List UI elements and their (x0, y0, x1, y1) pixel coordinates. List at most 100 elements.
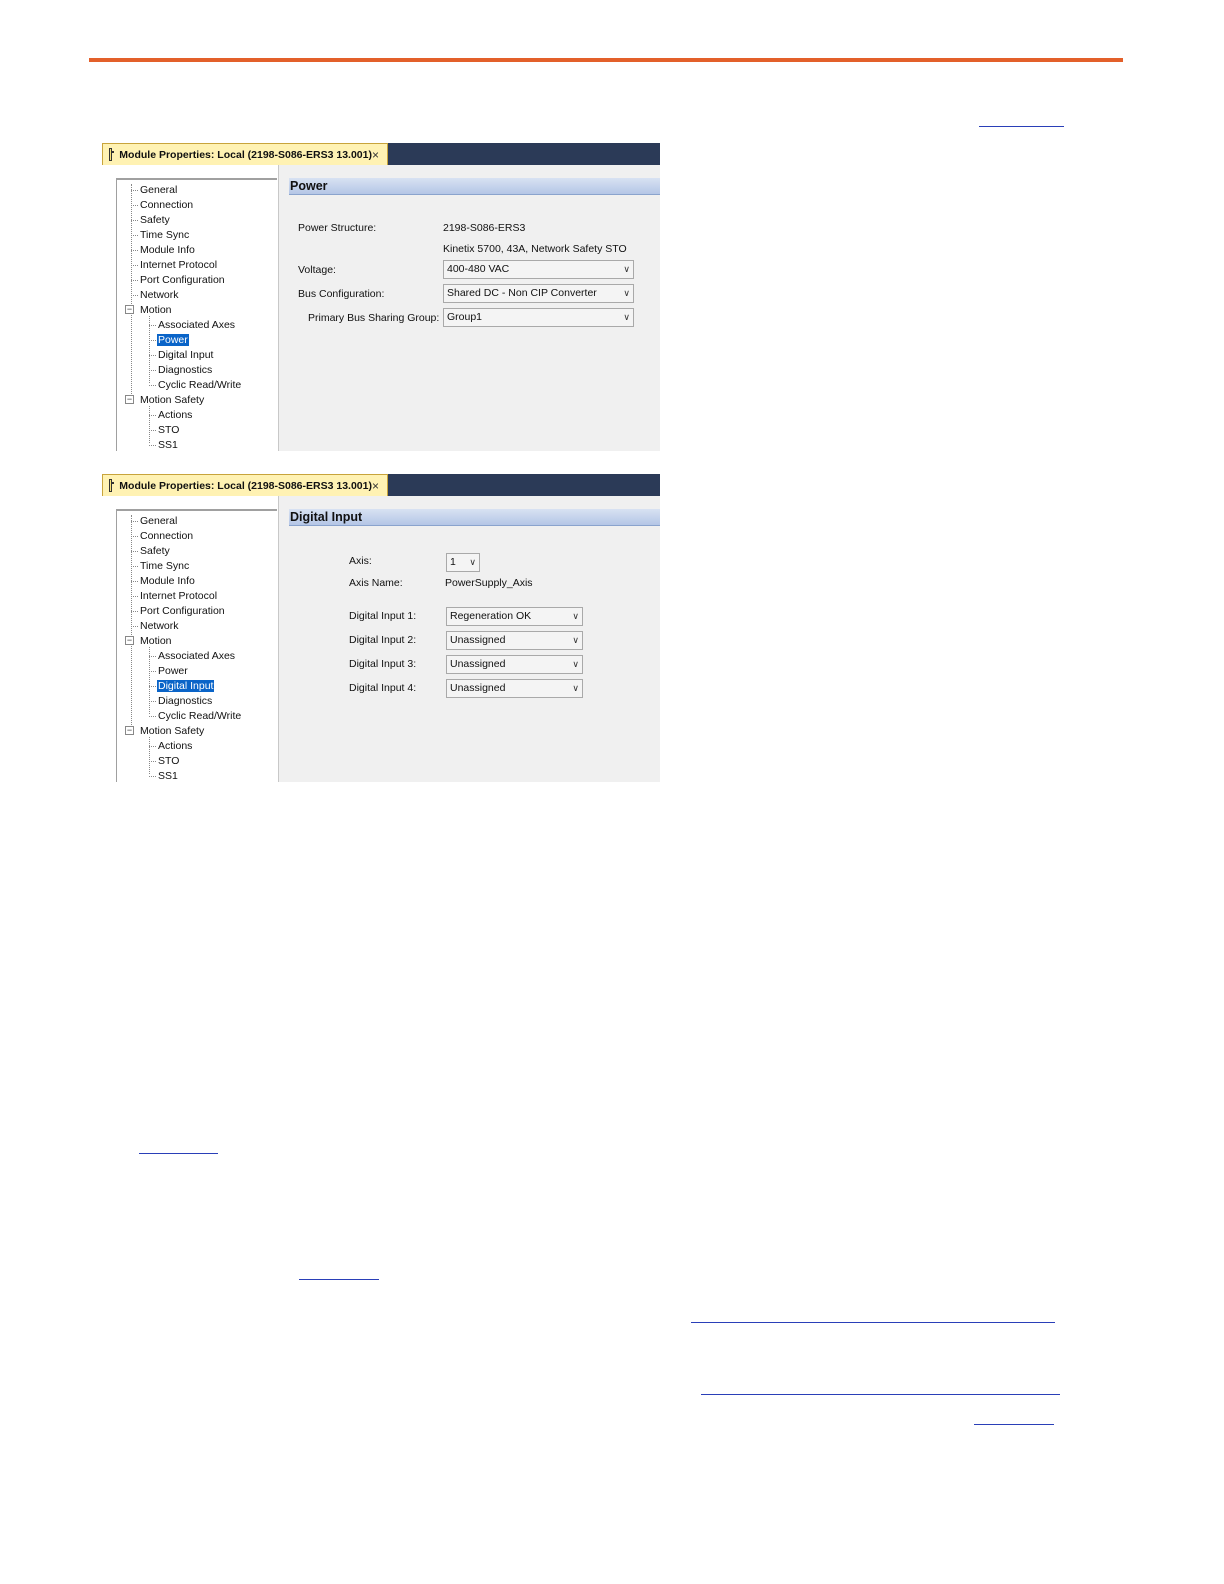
tree-item-motion-safety[interactable]: Motion Safety (139, 724, 205, 738)
chevron-down-icon[interactable]: ∨ (623, 309, 630, 326)
cross-reference-link[interactable] (701, 1394, 1060, 1395)
tree-connector (131, 190, 138, 191)
collapse-minus-icon[interactable]: − (125, 395, 134, 404)
collapse-minus-icon[interactable]: − (125, 305, 134, 314)
tree-item-diagnostics[interactable]: Diagnostics (157, 694, 213, 708)
bus-configuration-label: Bus Configuration: (298, 288, 385, 300)
cross-reference-link[interactable] (299, 1279, 379, 1280)
cross-reference-link[interactable] (974, 1424, 1054, 1425)
axis-dropdown[interactable]: 1 ∨ (446, 553, 480, 572)
chevron-down-icon[interactable]: ∨ (572, 680, 579, 697)
properties-panel: Digital Input Axis: 1 ∨ Axis Name: Power… (278, 496, 660, 782)
tree-item-general[interactable]: General (139, 514, 178, 528)
tree-connector (131, 250, 138, 251)
tree-item-connection[interactable]: Connection (139, 529, 194, 543)
module-icon (109, 148, 115, 161)
tree-item-time-sync[interactable]: Time Sync (139, 228, 190, 242)
tree-item-internet-protocol[interactable]: Internet Protocol (139, 258, 218, 272)
tree-item-digital-input[interactable]: Digital Input (157, 348, 214, 362)
selected-tree-label: Digital Input (157, 680, 215, 692)
tree-connector (131, 551, 138, 552)
collapse-minus-icon[interactable]: − (125, 726, 134, 735)
tree-item-port-configuration[interactable]: Port Configuration (139, 273, 226, 287)
digital-input-4-value: Unassigned (450, 682, 506, 694)
module-icon (109, 479, 115, 492)
digital-input-3-dropdown[interactable]: Unassigned ∨ (446, 655, 583, 674)
voltage-dropdown-value: 400-480 VAC (447, 263, 510, 275)
cross-reference-link[interactable] (979, 126, 1064, 127)
tree-item-actions[interactable]: Actions (157, 408, 193, 422)
tree-item-module-info[interactable]: Module Info (139, 574, 196, 588)
module-properties-tab[interactable]: Module Properties: Local (2198-S086-ERS3… (102, 474, 388, 496)
tree-item-safety[interactable]: Safety (139, 213, 171, 227)
module-properties-tab[interactable]: Module Properties: Local (2198-S086-ERS3… (102, 143, 388, 165)
tree-item-motion-safety[interactable]: Motion Safety (139, 393, 205, 407)
chevron-down-icon[interactable]: ∨ (623, 285, 630, 302)
tree-connector (131, 611, 138, 612)
collapse-minus-icon[interactable]: − (125, 636, 134, 645)
tree-item-digital-input[interactable]: Digital Input (157, 679, 215, 693)
tree-item-ss1[interactable]: SS1 (157, 769, 179, 782)
tree-item-cyclic-read-write[interactable]: Cyclic Read/Write (157, 378, 242, 392)
tree-item-actions[interactable]: Actions (157, 739, 193, 753)
tree-item-safety[interactable]: Safety (139, 544, 171, 558)
tree-item-diagnostics[interactable]: Diagnostics (157, 363, 213, 377)
chevron-down-icon[interactable]: ∨ (623, 261, 630, 278)
chevron-down-icon[interactable]: ∨ (572, 608, 579, 625)
digital-input-4-label: Digital Input 4: (349, 682, 417, 694)
tree-connector (131, 184, 132, 400)
tree-connector (131, 280, 138, 281)
bus-configuration-dropdown-value: Shared DC - Non CIP Converter (447, 287, 597, 299)
digital-input-4-dropdown[interactable]: Unassigned ∨ (446, 679, 583, 698)
tree-item-motion[interactable]: Motion (139, 303, 173, 317)
digital-input-3-value: Unassigned (450, 658, 506, 670)
tree-item-connection[interactable]: Connection (139, 198, 194, 212)
tree-connector (131, 205, 138, 206)
chevron-down-icon[interactable]: ∨ (572, 632, 579, 649)
power-structure-label: Power Structure: (298, 222, 377, 234)
digital-input-1-dropdown[interactable]: Regeneration OK ∨ (446, 607, 583, 626)
tree-item-associated-axes[interactable]: Associated Axes (157, 649, 236, 663)
tree-connector (149, 445, 156, 446)
module-properties-dialog-digital-input: Module Properties: Local (2198-S086-ERS3… (102, 474, 660, 782)
tree-item-ss1[interactable]: SS1 (157, 438, 179, 451)
chevron-down-icon[interactable]: ∨ (469, 554, 476, 571)
voltage-dropdown[interactable]: 400-480 VAC ∨ (443, 260, 634, 279)
tree-item-port-configuration[interactable]: Port Configuration (139, 604, 226, 618)
tree-item-general[interactable]: General (139, 183, 178, 197)
tree-item-sto[interactable]: STO (157, 423, 180, 437)
tree-connector (149, 737, 150, 774)
power-structure-description: Kinetix 5700, 43A, Network Safety STO (443, 243, 627, 255)
chevron-down-icon[interactable]: ∨ (572, 656, 579, 673)
tree-connector (149, 776, 156, 777)
bus-sharing-group-dropdown[interactable]: Group1 ∨ (443, 308, 634, 327)
close-icon[interactable]: × (372, 148, 379, 162)
digital-input-3-label: Digital Input 3: (349, 658, 417, 670)
bus-configuration-dropdown[interactable]: Shared DC - Non CIP Converter ∨ (443, 284, 634, 303)
tree-item-network[interactable]: Network (139, 288, 180, 302)
tree-connector (149, 746, 156, 747)
tree-item-time-sync[interactable]: Time Sync (139, 559, 190, 573)
tree-item-cyclic-read-write[interactable]: Cyclic Read/Write (157, 709, 242, 723)
module-properties-dialog-power: Module Properties: Local (2198-S086-ERS3… (102, 143, 660, 451)
section-header: Digital Input (289, 509, 660, 526)
tree-connector (131, 536, 138, 537)
tree-item-motion[interactable]: Motion (139, 634, 173, 648)
tree-item-network[interactable]: Network (139, 619, 180, 633)
section-header: Power (289, 178, 660, 195)
tree-item-power[interactable]: Power (157, 333, 189, 347)
tree-item-power[interactable]: Power (157, 664, 189, 678)
tree-item-module-info[interactable]: Module Info (139, 243, 196, 257)
cross-reference-link[interactable] (139, 1153, 218, 1154)
digital-input-2-dropdown[interactable]: Unassigned ∨ (446, 631, 583, 650)
tree-connector (131, 566, 138, 567)
tree-connector (149, 647, 150, 714)
tree-item-internet-protocol[interactable]: Internet Protocol (139, 589, 218, 603)
cross-reference-link[interactable] (691, 1322, 1055, 1323)
close-icon[interactable]: × (372, 479, 379, 493)
tree-item-associated-axes[interactable]: Associated Axes (157, 318, 236, 332)
axis-name-label: Axis Name: (349, 577, 403, 589)
bus-sharing-group-dropdown-value: Group1 (447, 311, 483, 323)
tree-connector (131, 220, 138, 221)
tree-item-sto[interactable]: STO (157, 754, 180, 768)
